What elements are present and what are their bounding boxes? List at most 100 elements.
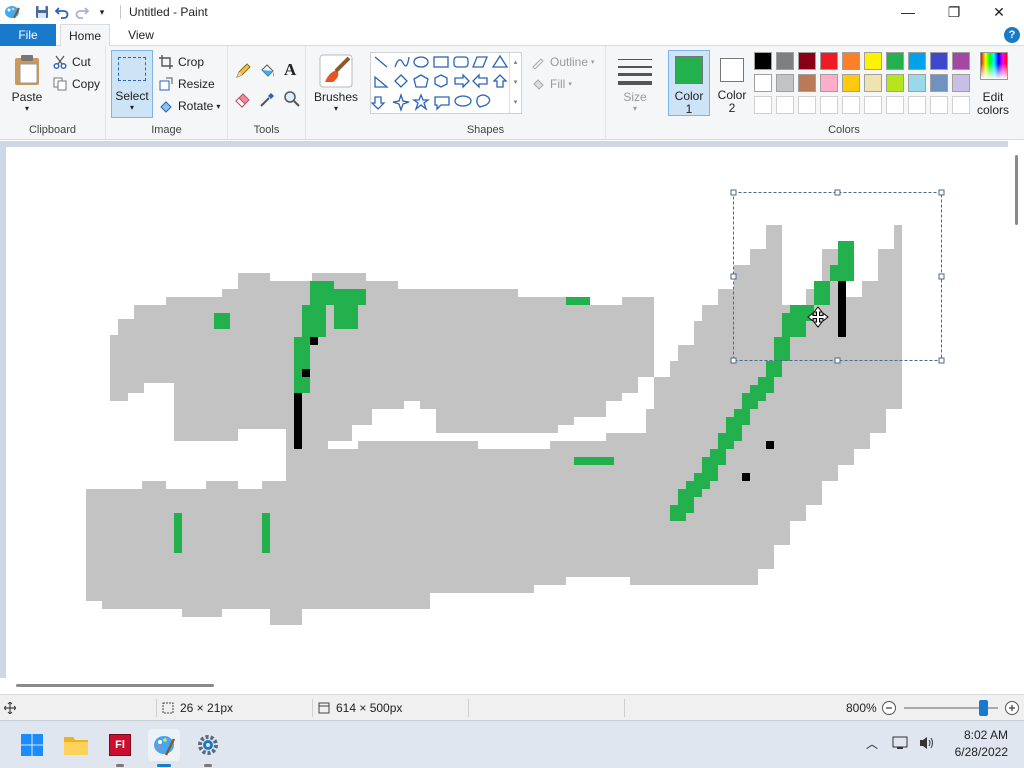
custom-color-slot[interactable] [754, 96, 772, 114]
clock-time: 8:02 AM [963, 728, 1008, 742]
vertical-scrollbar[interactable] [1008, 141, 1024, 694]
select-button[interactable]: Select ▾ [111, 50, 153, 118]
text-tool-icon[interactable]: A [284, 60, 296, 80]
tab-view[interactable]: View [116, 24, 166, 46]
settings-taskbar-button[interactable] [192, 729, 224, 767]
color-picker-icon[interactable] [259, 90, 277, 111]
zoom-in-icon [1005, 701, 1019, 715]
volume-icon[interactable] [918, 735, 936, 754]
fill-dropdown-icon: ▾ [568, 81, 572, 88]
edit-colors-button[interactable]: Edit colors [972, 52, 1014, 118]
palette-color-swatch[interactable] [798, 52, 816, 70]
color2-button[interactable]: Color 2 [712, 50, 754, 116]
custom-color-slot[interactable] [798, 96, 816, 114]
fill-bucket-icon[interactable] [258, 62, 276, 83]
palette-color-swatch[interactable] [820, 52, 838, 70]
image-size-icon [318, 695, 330, 721]
quick-access-dropdown-icon[interactable]: ▾ [92, 2, 112, 22]
ribbon: Paste ▾ Cut Copy Clipboard Select ▾ Crop… [0, 46, 1024, 140]
taskbar-clock[interactable]: 8:02 AM 6/28/2022 [955, 727, 1008, 761]
network-icon[interactable] [892, 735, 910, 754]
magnifier-icon[interactable] [283, 90, 301, 111]
vertical-scroll-thumb[interactable] [1015, 155, 1018, 225]
folder-icon [64, 737, 88, 755]
rotate-button[interactable]: Rotate ▾ [158, 96, 220, 116]
crop-button[interactable]: Crop [158, 52, 204, 72]
help-button[interactable]: ? [1004, 27, 1020, 43]
horizontal-scroll-thumb[interactable] [16, 684, 214, 687]
shapes-scroll[interactable]: ▴ ▾ ▾ [509, 53, 521, 113]
tab-home[interactable]: Home [60, 24, 110, 47]
save-icon[interactable] [32, 2, 52, 22]
pencil-icon[interactable] [234, 62, 252, 83]
copy-button[interactable]: Copy [52, 74, 100, 94]
flash-app-icon: Fl [109, 734, 131, 756]
zoom-out-button[interactable] [881, 695, 897, 721]
palette-color-swatch[interactable] [842, 52, 860, 70]
file-explorer-taskbar-button[interactable] [60, 729, 92, 761]
minimize-button[interactable]: — [885, 0, 931, 24]
palette-color-swatch[interactable] [930, 52, 948, 70]
paint-app-icon [2, 2, 22, 22]
custom-color-slot[interactable] [908, 96, 926, 114]
outline-icon [530, 54, 546, 70]
zoom-slider[interactable] [904, 700, 998, 716]
flash-taskbar-button[interactable]: Fl [104, 729, 136, 767]
palette-color-swatch[interactable] [842, 74, 860, 92]
color-palette [754, 52, 974, 116]
palette-color-swatch[interactable] [952, 52, 970, 70]
cursor-position-icon [4, 695, 16, 721]
shapes-icons[interactable] [370, 53, 511, 113]
paint-taskbar-button[interactable] [148, 729, 180, 767]
palette-color-swatch[interactable] [754, 52, 772, 70]
resize-button[interactable]: Resize [158, 74, 215, 94]
palette-color-swatch[interactable] [908, 52, 926, 70]
palette-color-swatch[interactable] [776, 52, 794, 70]
custom-color-slot[interactable] [952, 96, 970, 114]
brushes-button[interactable]: Brushes ▾ [312, 52, 360, 118]
color1-button[interactable]: Color 1 [668, 50, 710, 116]
close-button[interactable]: ✕ [976, 0, 1022, 24]
select-rectangle-icon [118, 57, 146, 81]
start-button[interactable] [16, 729, 48, 761]
canvas-workspace [0, 141, 1024, 694]
clipboard-group: Paste ▾ Cut Copy Clipboard [0, 46, 106, 140]
custom-color-slot[interactable] [776, 96, 794, 114]
palette-color-swatch[interactable] [886, 52, 904, 70]
zoom-slider-thumb[interactable] [979, 700, 989, 716]
outline-button[interactable]: Outline ▾ [530, 52, 595, 72]
size-button[interactable]: Size ▾ [614, 52, 656, 118]
custom-color-slot[interactable] [820, 96, 838, 114]
fill-button[interactable]: Fill ▾ [530, 74, 572, 94]
rotate-icon [158, 98, 174, 114]
custom-color-slot[interactable] [886, 96, 904, 114]
palette-color-swatch[interactable] [908, 74, 926, 92]
image-group-label: Image [151, 124, 182, 136]
palette-color-swatch[interactable] [798, 74, 816, 92]
custom-color-slot[interactable] [864, 96, 882, 114]
redo-icon[interactable] [72, 2, 92, 22]
palette-color-swatch[interactable] [886, 74, 904, 92]
palette-color-swatch[interactable] [864, 52, 882, 70]
show-hidden-icons-icon[interactable]: ︿ [866, 735, 878, 752]
palette-color-swatch[interactable] [864, 74, 882, 92]
tab-file[interactable]: File [0, 24, 56, 46]
restore-button[interactable]: ❐ [931, 0, 977, 24]
zoom-in-button[interactable] [1004, 695, 1020, 721]
clock-date: 6/28/2022 [954, 745, 1008, 759]
custom-color-slot[interactable] [930, 96, 948, 114]
fill-icon [530, 76, 546, 92]
eraser-icon[interactable] [234, 90, 252, 111]
palette-color-swatch[interactable] [820, 74, 838, 92]
rainbow-icon [980, 52, 1008, 80]
custom-color-slot[interactable] [842, 96, 860, 114]
palette-color-swatch[interactable] [754, 74, 772, 92]
palette-color-swatch[interactable] [952, 74, 970, 92]
palette-color-swatch[interactable] [776, 74, 794, 92]
paste-button[interactable]: Paste ▾ [8, 52, 46, 118]
cut-button[interactable]: Cut [52, 52, 91, 72]
palette-color-swatch[interactable] [930, 74, 948, 92]
undo-icon[interactable] [52, 2, 72, 22]
drawing-canvas[interactable] [6, 147, 1008, 678]
horizontal-scrollbar[interactable] [0, 678, 1008, 694]
